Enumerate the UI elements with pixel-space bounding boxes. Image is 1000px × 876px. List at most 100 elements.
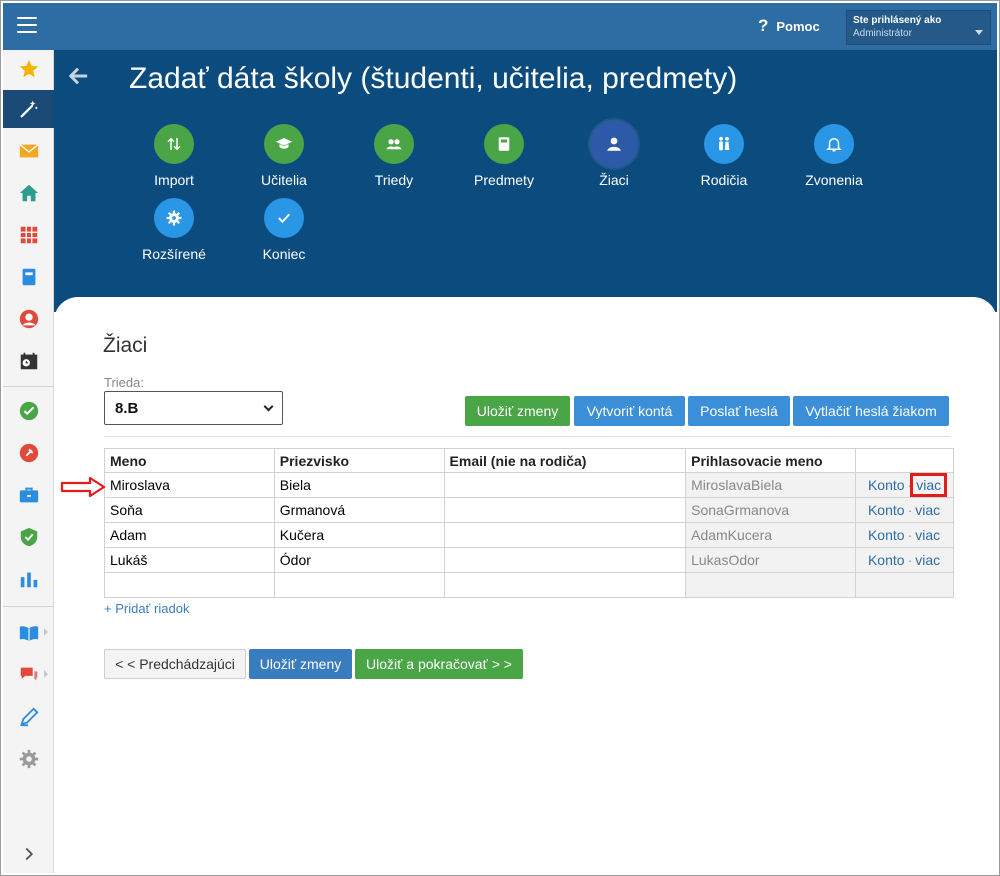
user-menu[interactable]: Ste prihlásený ako Administrátor bbox=[846, 10, 991, 45]
app-frame: ? Pomoc Ste prihlásený ako Administrátor bbox=[0, 0, 1000, 876]
mail-icon[interactable] bbox=[3, 132, 54, 170]
save-and-continue-button[interactable]: Uložiť a pokračovať > > bbox=[355, 649, 523, 679]
actions-cell: Konto · viac bbox=[854, 522, 955, 548]
last-name-cell[interactable]: Ódor bbox=[273, 547, 445, 573]
sidebar-divider bbox=[3, 606, 54, 607]
bar-chart-icon[interactable] bbox=[3, 560, 54, 598]
add-row-link[interactable]: + Pridať riadok bbox=[104, 601, 189, 616]
briefcase-icon[interactable] bbox=[3, 476, 54, 514]
actions-cell bbox=[854, 572, 955, 598]
more-link[interactable]: viac bbox=[910, 473, 948, 497]
first-name-cell[interactable]: Soňa bbox=[104, 497, 275, 523]
actions-cell: Konto · viac bbox=[854, 472, 955, 498]
timetable-icon[interactable] bbox=[3, 216, 54, 254]
chat-icon[interactable] bbox=[3, 656, 54, 694]
parents-icon bbox=[704, 124, 744, 164]
sidebar-divider bbox=[3, 386, 54, 387]
person-icon[interactable] bbox=[3, 300, 54, 338]
step-rozsirene[interactable]: Rozšírené bbox=[124, 198, 224, 262]
print-passwords-button[interactable]: Vytlačiť heslá žiakom bbox=[793, 396, 949, 426]
first-name-cell[interactable] bbox=[104, 572, 275, 598]
last-name-cell[interactable] bbox=[273, 572, 445, 598]
more-link[interactable]: viac bbox=[915, 527, 940, 543]
help-label: Pomoc bbox=[776, 18, 820, 34]
more-link[interactable]: viac bbox=[915, 552, 940, 568]
home-icon[interactable] bbox=[3, 174, 54, 212]
table-row: Soňa Grmanová SonaGrmanova Konto · viac bbox=[104, 497, 955, 523]
expand-arrow-icon bbox=[44, 628, 48, 636]
graduation-cap-icon bbox=[264, 124, 304, 164]
create-accounts-button[interactable]: Vytvoriť kontá bbox=[574, 396, 685, 426]
account-link[interactable]: Konto bbox=[868, 527, 905, 543]
column-header-actions bbox=[854, 448, 955, 473]
last-name-cell[interactable]: Grmanová bbox=[273, 497, 445, 523]
question-icon: ? bbox=[758, 16, 769, 35]
notebook-icon[interactable] bbox=[3, 258, 54, 296]
calendar-icon[interactable] bbox=[3, 342, 54, 380]
login-cell: LukasOdor bbox=[685, 547, 856, 573]
step-ucitelia[interactable]: Učitelia bbox=[234, 124, 334, 188]
table-row: Adam Kučera AdamKucera Konto · viac bbox=[104, 522, 955, 548]
last-name-cell[interactable]: Biela bbox=[273, 472, 445, 498]
step-ziaci[interactable]: Žiaci bbox=[564, 120, 664, 188]
email-cell[interactable] bbox=[443, 497, 687, 523]
shield-icon[interactable] bbox=[3, 518, 54, 556]
save-changes-button[interactable]: Uložiť zmeny bbox=[465, 396, 570, 426]
pencil-icon[interactable] bbox=[3, 698, 54, 736]
first-name-cell[interactable]: Adam bbox=[104, 522, 275, 548]
content-card: Žiaci Trieda: 8.B Uložiť zmeny Vytvoriť … bbox=[54, 297, 997, 873]
step-import[interactable]: Import bbox=[124, 124, 224, 188]
send-passwords-button[interactable]: Poslať heslá bbox=[688, 396, 790, 426]
check-circle-icon[interactable] bbox=[3, 392, 54, 430]
chevron-down-icon bbox=[263, 401, 274, 411]
account-link[interactable]: Konto bbox=[868, 477, 905, 493]
star-icon[interactable] bbox=[3, 50, 54, 88]
back-arrow-icon[interactable] bbox=[67, 65, 89, 92]
step-predmety[interactable]: Predmety bbox=[454, 124, 554, 188]
table-row-empty bbox=[104, 572, 955, 598]
login-cell: SonaGrmanova bbox=[685, 497, 856, 523]
account-link[interactable]: Konto bbox=[868, 502, 905, 518]
more-link[interactable]: viac bbox=[915, 502, 940, 518]
help-link[interactable]: ? Pomoc bbox=[758, 16, 820, 36]
login-cell: MiroslavaBiela bbox=[685, 472, 856, 498]
email-cell[interactable] bbox=[443, 547, 687, 573]
step-triedy[interactable]: Triedy bbox=[344, 124, 444, 188]
save-changes-bottom-button[interactable]: Uložiť zmeny bbox=[249, 649, 352, 679]
first-name-cell[interactable]: Lukáš bbox=[104, 547, 275, 573]
class-select[interactable]: 8.B bbox=[104, 391, 283, 425]
table-row: Miroslava Biela MiroslavaBiela Konto · via… bbox=[104, 472, 955, 498]
step-label: Koniec bbox=[262, 246, 306, 262]
section-title: Žiaci bbox=[103, 334, 148, 357]
step-label: Zvonenia bbox=[805, 172, 863, 188]
open-book-icon[interactable] bbox=[3, 614, 54, 652]
step-label: Učitelia bbox=[261, 172, 307, 188]
arrows-updown-icon bbox=[154, 124, 194, 164]
step-koniec[interactable]: Koniec bbox=[234, 198, 334, 262]
hamburger-menu-icon[interactable] bbox=[17, 17, 37, 35]
step-label: Rozšírené bbox=[142, 246, 206, 262]
last-name-cell[interactable]: Kučera bbox=[273, 522, 445, 548]
class-select-label: Trieda: bbox=[104, 375, 144, 390]
divider bbox=[104, 436, 950, 437]
top-bar: ? Pomoc Ste prihlásený ako Administrátor bbox=[3, 3, 997, 50]
user-icon bbox=[590, 120, 638, 168]
step-rodicia[interactable]: Rodičia bbox=[674, 124, 774, 188]
email-cell[interactable] bbox=[443, 522, 687, 548]
gear-icon[interactable] bbox=[3, 740, 54, 778]
gear-icon bbox=[154, 198, 194, 238]
first-name-cell[interactable]: Miroslava bbox=[104, 472, 275, 498]
previous-button[interactable]: < < Predchádzajúci bbox=[104, 649, 246, 679]
step-label: Import bbox=[154, 172, 194, 188]
page-header: Zadať dáta školy (študenti, učitelia, pr… bbox=[54, 50, 997, 312]
step-zvonenia[interactable]: Zvonenia bbox=[784, 124, 884, 188]
expand-sidebar-icon[interactable] bbox=[3, 835, 54, 873]
user-menu-caption: Ste prihlásený ako bbox=[853, 15, 942, 26]
pin-icon[interactable] bbox=[3, 434, 54, 472]
magic-wand-icon[interactable] bbox=[3, 90, 54, 128]
expand-arrow-icon bbox=[44, 670, 48, 678]
email-cell[interactable] bbox=[443, 572, 687, 598]
students-table: Meno Priezvisko Email (nie na rodiča) Pr… bbox=[104, 448, 955, 598]
account-link[interactable]: Konto bbox=[868, 552, 905, 568]
email-cell[interactable] bbox=[443, 472, 687, 498]
